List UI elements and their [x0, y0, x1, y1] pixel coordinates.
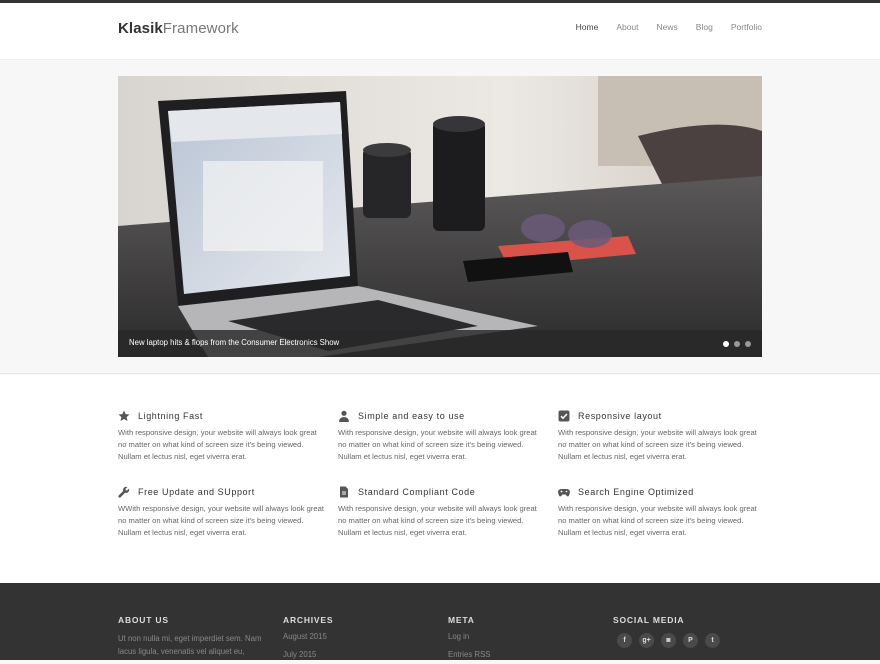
twitter-icon[interactable]: t [705, 633, 720, 648]
feature-item: Simple and easy to use With responsive d… [338, 409, 544, 463]
features-section: Lightning Fast With responsive design, y… [0, 375, 880, 583]
archive-link[interactable]: July 2015 [283, 646, 333, 664]
feature-text: With responsive design, your website wil… [558, 504, 757, 537]
feature-title: Free Update and SUpport [138, 487, 255, 497]
slider-dot-3[interactable] [745, 341, 751, 347]
nav-blog[interactable]: Blog [696, 22, 713, 32]
meta-link[interactable]: Entries RSS [448, 646, 490, 664]
feature-title: Search Engine Optimized [578, 487, 694, 497]
document-icon [338, 486, 350, 498]
instagram-icon[interactable]: ◙ [661, 633, 676, 648]
feature-item: Responsive layout With responsive design… [558, 409, 764, 463]
feature-item: Search Engine Optimized With responsive … [558, 485, 764, 539]
footer-meta: META Log in Entries RSS [448, 615, 490, 664]
footer-heading: ABOUT US [118, 615, 169, 625]
slider-dot-1[interactable] [723, 341, 729, 347]
logo-bold: Klasik [118, 20, 163, 37]
google-plus-icon[interactable]: g+ [639, 633, 654, 648]
wrench-icon [118, 486, 130, 498]
feature-text: With responsive design, your website wil… [118, 428, 317, 461]
slide-caption-bar: New laptop hits & flops from the Consume… [118, 330, 762, 357]
footer-social: SOCIAL MEDIA f g+ ◙ P t [613, 615, 720, 648]
site-header: KlasikFramework Home About News Blog Por… [0, 3, 880, 60]
feature-text: With responsive design, your website wil… [338, 428, 537, 461]
slider-dot-2[interactable] [734, 341, 740, 347]
footer-about-text: Ut non nulla mi, eget imperdiet sem. Nam… [118, 634, 262, 656]
facebook-icon[interactable]: f [617, 633, 632, 648]
feature-text: With responsive design, your website wil… [338, 504, 537, 537]
meta-link[interactable]: Log in [448, 628, 490, 646]
nav-home[interactable]: Home [576, 22, 599, 32]
user-icon [338, 410, 350, 422]
slider-pagination [723, 341, 751, 347]
feature-text: WWith responsive design, your website wi… [118, 504, 324, 537]
star-icon [118, 410, 130, 422]
feature-text: With responsive design, your website wil… [558, 428, 757, 461]
hero-slide[interactable]: New laptop hits & flops from the Consume… [118, 76, 762, 357]
feature-item: Free Update and SUpport WWith responsive… [118, 485, 324, 539]
footer-archives: ARCHIVES August 2015 July 2015 [283, 615, 333, 664]
feature-title: Standard Compliant Code [358, 487, 476, 497]
archive-link[interactable]: August 2015 [283, 628, 333, 646]
feature-title: Simple and easy to use [358, 411, 465, 421]
pinterest-icon[interactable]: P [683, 633, 698, 648]
main-nav: Home About News Blog Portfolio [576, 22, 762, 32]
check-square-icon [558, 410, 570, 422]
gamepad-icon [558, 486, 570, 498]
nav-about[interactable]: About [616, 22, 638, 32]
logo-regular: Framework [162, 20, 239, 37]
footer-heading: SOCIAL MEDIA [613, 615, 685, 625]
hero-slider-section: New laptop hits & flops from the Consume… [0, 60, 880, 374]
footer-heading: ARCHIVES [283, 615, 334, 625]
feature-title: Responsive layout [578, 411, 662, 421]
slide-caption[interactable]: New laptop hits & flops from the Consume… [129, 338, 339, 347]
feature-item: Lightning Fast With responsive design, y… [118, 409, 324, 463]
footer-heading: META [448, 615, 475, 625]
site-footer: ABOUT US Ut non nulla mi, eget imperdiet… [0, 583, 880, 660]
footer-about: ABOUT US Ut non nulla mi, eget imperdiet… [118, 615, 268, 658]
slide-photo [118, 76, 762, 357]
feature-title: Lightning Fast [138, 411, 203, 421]
nav-portfolio[interactable]: Portfolio [731, 22, 762, 32]
site-logo[interactable]: KlasikFramework [118, 20, 239, 37]
nav-news[interactable]: News [657, 22, 678, 32]
feature-item: Standard Compliant Code With responsive … [338, 485, 544, 539]
